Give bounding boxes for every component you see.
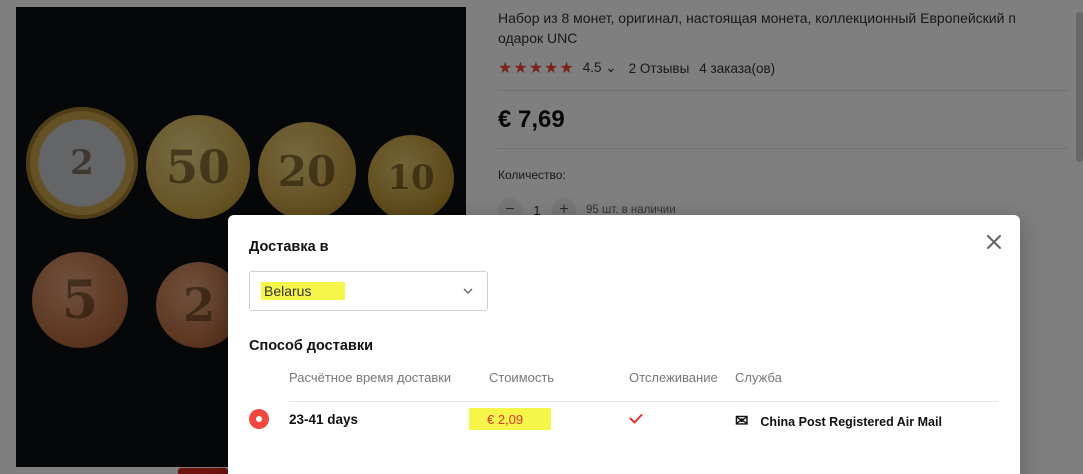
- shipping-option-radio[interactable]: [249, 409, 269, 429]
- modal-title: Доставка в: [249, 239, 329, 255]
- shipping-method-title: Способ доставки: [249, 338, 373, 354]
- shipping-cost: € 2,09: [469, 408, 551, 430]
- country-value: Belarus: [261, 282, 346, 300]
- column-tracking: Отслеживание: [629, 370, 718, 385]
- divider: [289, 401, 998, 402]
- delivery-time: 23-41 days: [289, 412, 359, 427]
- column-delivery-time: Расчётное время доставки: [289, 370, 452, 385]
- checkmark-icon: [629, 414, 643, 424]
- radio-selected-icon: [256, 416, 262, 422]
- close-icon: [987, 235, 1001, 249]
- service-name: China Post Registered Air Mail: [760, 415, 942, 429]
- column-service: Служба: [735, 370, 782, 385]
- shipping-service: ✉ China Post Registered Air Mail: [735, 413, 942, 430]
- close-button[interactable]: [982, 230, 1006, 254]
- shipping-modal: Доставка в Belarus Способ доставки Расчё…: [228, 215, 1020, 474]
- country-select[interactable]: Belarus: [249, 271, 488, 311]
- column-cost: Стоимость: [489, 370, 555, 385]
- china-post-icon: ✉: [735, 413, 749, 430]
- chevron-down-icon: [463, 288, 473, 294]
